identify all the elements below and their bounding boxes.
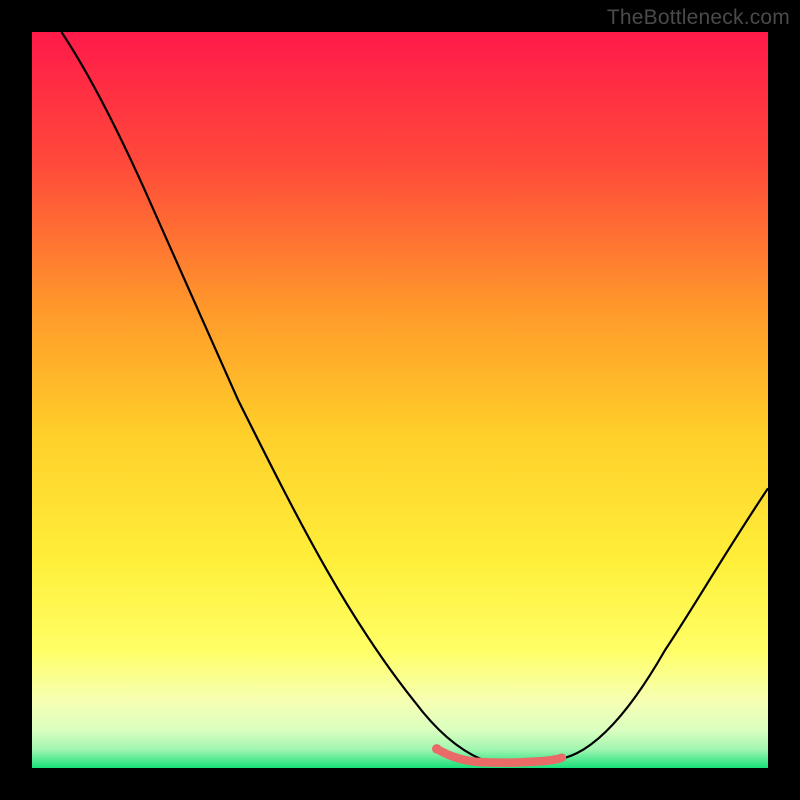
bottleneck-curve: [61, 32, 768, 762]
optimal-range-marker: [437, 749, 562, 763]
optimal-range-start-dot: [432, 744, 442, 754]
chart-plot-area: [32, 32, 768, 768]
watermark-text: TheBottleneck.com: [607, 6, 790, 30]
chart-curves: [32, 32, 768, 768]
